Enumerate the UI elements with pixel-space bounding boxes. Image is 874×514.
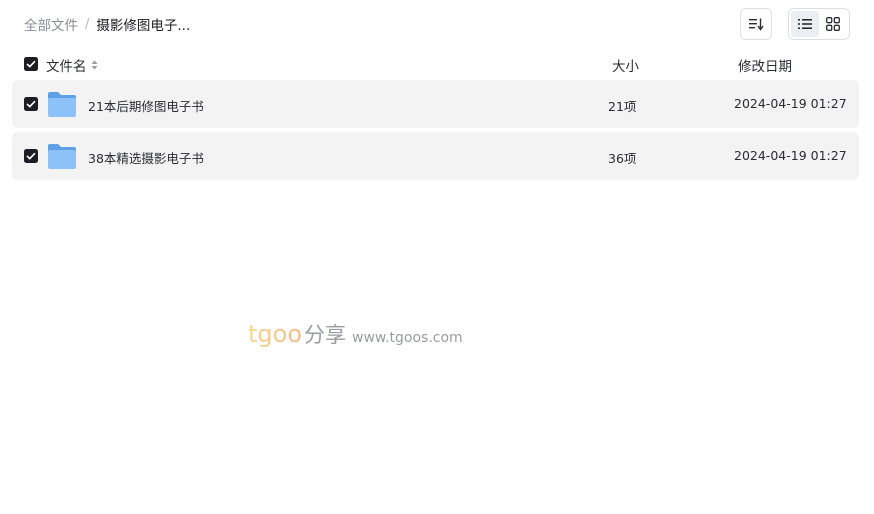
watermark-brand: tgoo (248, 320, 303, 348)
list-view-button[interactable] (791, 11, 819, 37)
watermark-brand-cn: 分享 (304, 323, 347, 347)
breadcrumb-root-link[interactable]: 全部文件 (24, 14, 78, 34)
view-switch (788, 8, 850, 40)
grid-view-icon (826, 17, 840, 31)
breadcrumb: 全部文件 / 摄影修图电子... (24, 14, 191, 35)
table-header: 文件名 大小 修改日期 (12, 48, 859, 80)
table-row[interactable]: 38本精选摄影电子书 36项 2024-04-19 01:27 (12, 132, 859, 180)
column-header-date[interactable]: 修改日期 (738, 55, 792, 75)
column-header-name[interactable]: 文件名 (46, 55, 98, 75)
row-size: 36项 (608, 151, 637, 166)
sort-button[interactable] (740, 8, 772, 40)
row-date: 2024-04-19 01:27 (734, 96, 847, 111)
folder-icon (48, 92, 76, 117)
row-checkbox[interactable] (24, 97, 38, 111)
row-name[interactable]: 21本后期修图电子书 (88, 96, 204, 115)
sort-lines-icon (749, 18, 764, 31)
check-icon (26, 152, 36, 160)
select-all-checkbox[interactable] (24, 57, 38, 71)
breadcrumb-separator: / (85, 16, 90, 32)
folder-icon (48, 144, 76, 169)
breadcrumb-current: 摄影修图电子... (96, 18, 191, 34)
column-header-size[interactable]: 大小 (612, 55, 639, 75)
row-checkbox[interactable] (24, 149, 38, 163)
row-size: 21项 (608, 99, 637, 114)
grid-view-button[interactable] (819, 11, 847, 37)
check-icon (26, 100, 36, 108)
check-icon (26, 60, 36, 68)
row-name[interactable]: 38本精选摄影电子书 (88, 148, 204, 167)
watermark: tgoo 分享 www.tgoos.com (248, 319, 463, 349)
sort-caret-icon (91, 60, 98, 70)
watermark-url: www.tgoos.com (352, 330, 463, 346)
table-row[interactable]: 21本后期修图电子书 21项 2024-04-19 01:27 (12, 80, 859, 128)
column-header-name-label: 文件名 (46, 59, 87, 75)
row-date: 2024-04-19 01:27 (734, 148, 847, 163)
list-view-icon (798, 19, 812, 29)
